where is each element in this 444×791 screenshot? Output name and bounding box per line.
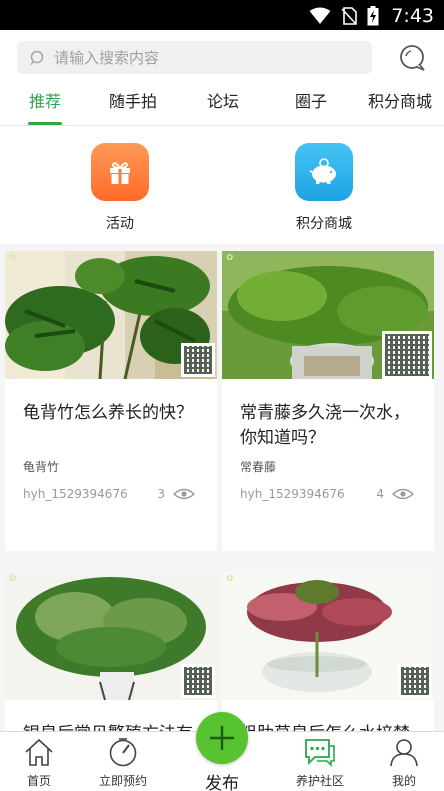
status-bar: 7:43 [0,0,444,30]
tab-label: 圈子 [294,92,327,111]
search-placeholder: 请输入搜索内容 [54,49,160,67]
tab-label: 推荐 [28,92,61,111]
nav-label: 我的 [391,774,416,788]
watermark-logo: ✿ [9,574,17,584]
home-icon [25,738,53,766]
tab-points-mall[interactable]: 积分商城 [362,82,438,126]
nav-label: 立即预约 [98,774,147,788]
nav-community[interactable]: 养护社区 [280,737,360,789]
nav-home[interactable]: 首页 [0,737,79,789]
nav-booking[interactable]: 立即预约 [83,737,163,789]
eye-icon [173,488,195,500]
search-header: 请输入搜索内容 [0,30,444,82]
activity-label: 活动 [106,216,134,232]
wifi-icon [309,7,331,24]
chat-bubble-icon [400,45,425,71]
battery-charging-icon [367,6,379,26]
post-image-ivy: ✿ [222,251,434,379]
points-mall-label: 积分商城 [296,216,352,232]
gift-icon [91,143,149,201]
post-author: hyh_1529394676 [240,487,345,501]
quick-entry-panel: 活动 积分商城 [0,126,444,244]
post-author: hyh_1529394676 [23,487,128,501]
points-mall-entry[interactable]: 积分商城 [279,143,369,233]
view-count: 3 [157,487,195,501]
qr-code [181,343,215,377]
tab-recommend[interactable]: 推荐 [18,82,72,126]
activity-entry[interactable]: 活动 [75,143,165,233]
category-tabs: 推荐 随手拍 论坛 圈子 积分商城 [0,82,444,126]
tab-label: 随手拍 [108,92,157,111]
qr-code [382,331,432,379]
tab-label: 论坛 [206,92,239,111]
view-count-value: 4 [376,487,384,501]
watermark-logo: ✿ [226,574,234,584]
publish-button[interactable] [196,712,248,764]
nav-profile[interactable]: 我的 [364,737,444,789]
watermark-logo: ✿ [226,253,234,263]
view-count: 4 [376,487,414,501]
qr-code [398,664,432,698]
nav-label: 养护社区 [295,774,344,788]
tab-circles[interactable]: 圈子 [284,82,338,126]
qr-code [181,664,215,698]
search-icon [30,50,44,65]
plus-icon [210,726,234,750]
post-image-aglaonema: ✿ [222,572,434,700]
post-tag: 龟背竹 [23,460,60,474]
search-input[interactable]: 请输入搜索内容 [17,41,372,74]
clock: 7:43 [391,5,434,27]
post-image-monstera: ✿ [5,251,217,379]
tab-label: 积分商城 [367,92,432,111]
community-chat-icon [305,739,335,767]
tab-snapshots[interactable]: 随手拍 [101,82,165,126]
post-card[interactable]: ✿ 龟背竹怎么养长的快？ 龟背竹 hyh_1529394676 3 [5,251,217,551]
nav-label: 首页 [26,774,51,788]
message-button[interactable] [398,43,428,73]
timer-icon [109,738,137,767]
post-tag: 常春藤 [240,460,277,474]
post-image-silver-queen: ✿ [5,572,217,700]
post-card[interactable]: ✿ 粗肋草皇后怎么水培禁上 [222,572,434,752]
post-title: 常青藤多久浇一次水，你知道吗？ [240,403,410,448]
piggy-bank-icon [295,143,353,201]
post-card[interactable]: ✿ 银皇后常见繁殖方法有 [5,572,217,752]
view-count-value: 3 [157,487,165,501]
eye-icon [392,488,414,500]
post-card[interactable]: ✿ 常青藤多久浇一次水，你知道吗？ 常春藤 hyh_1529394676 4 [222,251,434,551]
active-tab-indicator [28,122,62,125]
post-title: 龟背竹怎么养长的快？ [23,403,193,423]
tab-forum[interactable]: 论坛 [196,82,250,126]
watermark-logo: ✿ [9,253,17,263]
no-sim-icon [341,7,358,25]
app-screen: 7:43 请输入搜索内容 推荐 随手拍 论坛 圈子 积分商城 活动 积分商城 ✿… [0,0,444,791]
profile-icon [390,739,418,767]
publish-label: 发布 [205,774,239,791]
